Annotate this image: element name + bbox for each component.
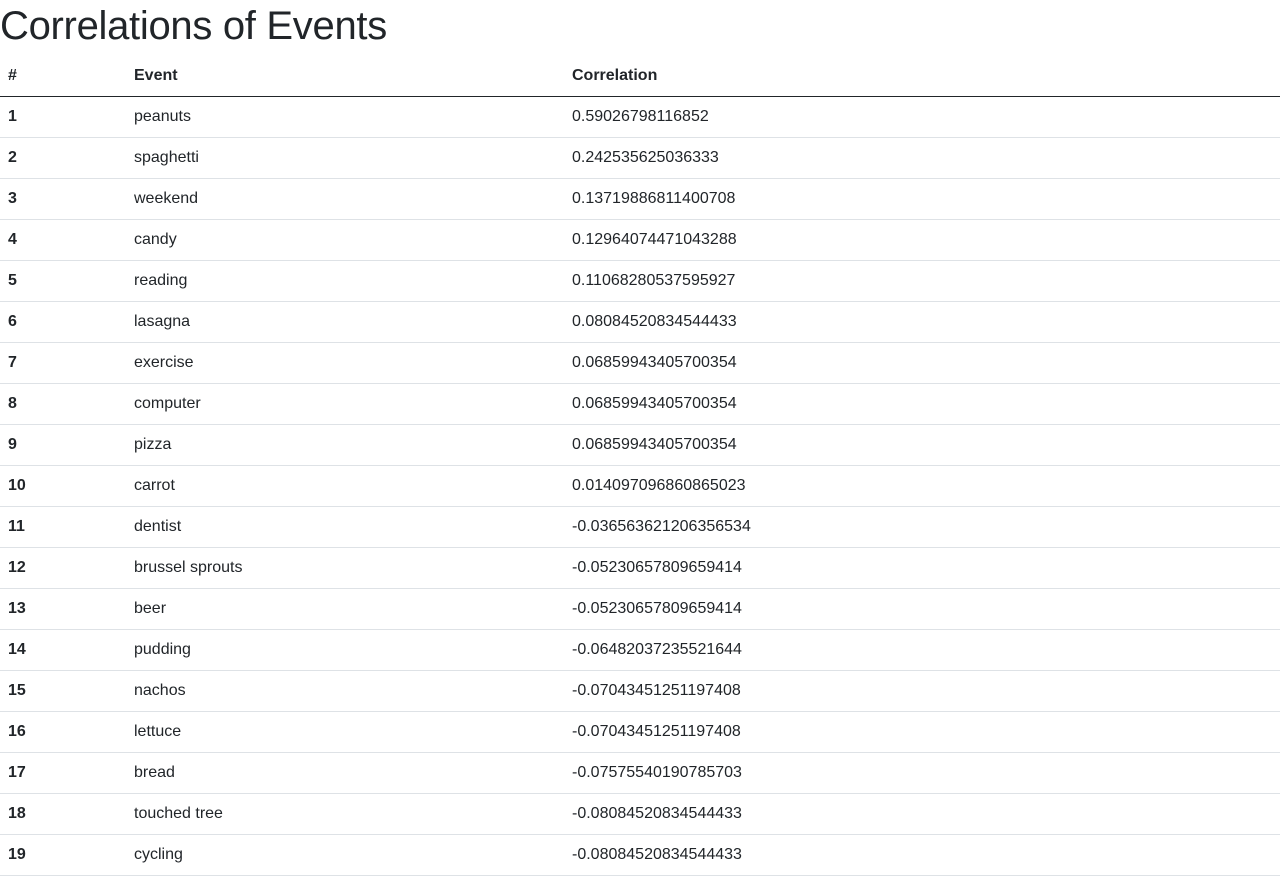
row-rank: 16 [0, 711, 126, 753]
page-title: Correlations of Events [0, 4, 387, 48]
table-row: 2 spaghetti 0.242535625036333 [0, 137, 1280, 179]
header-row: # Event Correlation [0, 56, 1280, 97]
row-correlation: 0.59026798116852 [564, 96, 1280, 138]
row-rank: 7 [0, 342, 126, 384]
table-row: 1 peanuts 0.59026798116852 [0, 96, 1280, 138]
row-event: pizza [126, 424, 564, 466]
row-rank: 6 [0, 301, 126, 343]
row-rank: 12 [0, 547, 126, 589]
table-row: 17 bread -0.07575540190785703 [0, 752, 1280, 794]
row-rank: 17 [0, 752, 126, 794]
row-event: lettuce [126, 711, 564, 753]
table-header: # Event Correlation [0, 56, 1280, 97]
row-event: exercise [126, 342, 564, 384]
table-row: 7 exercise 0.06859943405700354 [0, 342, 1280, 384]
row-correlation: -0.07043451251197408 [564, 670, 1280, 712]
row-correlation: 0.014097096860865023 [564, 465, 1280, 507]
table-row: 8 computer 0.06859943405700354 [0, 383, 1280, 425]
table-row: 4 candy 0.12964074471043288 [0, 219, 1280, 261]
row-rank: 18 [0, 793, 126, 835]
table-row: 11 dentist -0.036563621206356534 [0, 506, 1280, 548]
table-row: 5 reading 0.11068280537595927 [0, 260, 1280, 302]
row-event: peanuts [126, 96, 564, 138]
row-event: nachos [126, 670, 564, 712]
table-row: 10 carrot 0.014097096860865023 [0, 465, 1280, 507]
column-header-event: Event [126, 56, 564, 97]
row-event: spaghetti [126, 137, 564, 179]
row-rank: 13 [0, 588, 126, 630]
row-event: cycling [126, 834, 564, 876]
row-correlation: 0.11068280537595927 [564, 260, 1280, 302]
row-correlation: 0.13719886811400708 [564, 178, 1280, 220]
row-rank: 19 [0, 834, 126, 876]
table-row: 9 pizza 0.06859943405700354 [0, 424, 1280, 466]
table-row: 18 touched tree -0.08084520834544433 [0, 793, 1280, 835]
row-rank: 11 [0, 506, 126, 548]
row-rank: 8 [0, 383, 126, 425]
row-event: carrot [126, 465, 564, 507]
row-correlation: -0.08084520834544433 [564, 834, 1280, 876]
row-rank: 10 [0, 465, 126, 507]
row-event: pudding [126, 629, 564, 671]
row-correlation: 0.06859943405700354 [564, 383, 1280, 425]
row-rank: 9 [0, 424, 126, 466]
row-rank: 3 [0, 178, 126, 220]
correlations-table: # Event Correlation 1 peanuts 0.59026798… [0, 56, 1280, 876]
row-rank: 14 [0, 629, 126, 671]
row-event: weekend [126, 178, 564, 220]
table-row: 6 lasagna 0.08084520834544433 [0, 301, 1280, 343]
row-correlation: 0.242535625036333 [564, 137, 1280, 179]
row-rank: 1 [0, 96, 126, 138]
column-header-correlation: Correlation [564, 56, 1280, 97]
row-event: reading [126, 260, 564, 302]
row-event: dentist [126, 506, 564, 548]
table-row: 3 weekend 0.13719886811400708 [0, 178, 1280, 220]
row-correlation: -0.05230657809659414 [564, 547, 1280, 589]
row-correlation: 0.06859943405700354 [564, 342, 1280, 384]
row-event: candy [126, 219, 564, 261]
row-correlation: 0.12964074471043288 [564, 219, 1280, 261]
row-event: brussel sprouts [126, 547, 564, 589]
table-row: 15 nachos -0.07043451251197408 [0, 670, 1280, 712]
row-correlation: -0.07575540190785703 [564, 752, 1280, 794]
row-rank: 2 [0, 137, 126, 179]
row-correlation: -0.07043451251197408 [564, 711, 1280, 753]
table-row: 12 brussel sprouts -0.05230657809659414 [0, 547, 1280, 589]
row-correlation: -0.06482037235521644 [564, 629, 1280, 671]
row-event: bread [126, 752, 564, 794]
row-event: lasagna [126, 301, 564, 343]
table-row: 13 beer -0.05230657809659414 [0, 588, 1280, 630]
row-correlation: 0.08084520834544433 [564, 301, 1280, 343]
row-rank: 5 [0, 260, 126, 302]
table-row: 14 pudding -0.06482037235521644 [0, 629, 1280, 671]
row-correlation: -0.08084520834544433 [564, 793, 1280, 835]
table-row: 16 lettuce -0.07043451251197408 [0, 711, 1280, 753]
column-header-rank: # [0, 56, 126, 97]
row-event: beer [126, 588, 564, 630]
row-event: touched tree [126, 793, 564, 835]
row-correlation: -0.036563621206356534 [564, 506, 1280, 548]
row-rank: 4 [0, 219, 126, 261]
table-row: 19 cycling -0.08084520834544433 [0, 834, 1280, 876]
row-correlation: -0.05230657809659414 [564, 588, 1280, 630]
table-body: 1 peanuts 0.59026798116852 2 spaghetti 0… [0, 96, 1280, 876]
row-correlation: 0.06859943405700354 [564, 424, 1280, 466]
row-event: computer [126, 383, 564, 425]
row-rank: 15 [0, 670, 126, 712]
